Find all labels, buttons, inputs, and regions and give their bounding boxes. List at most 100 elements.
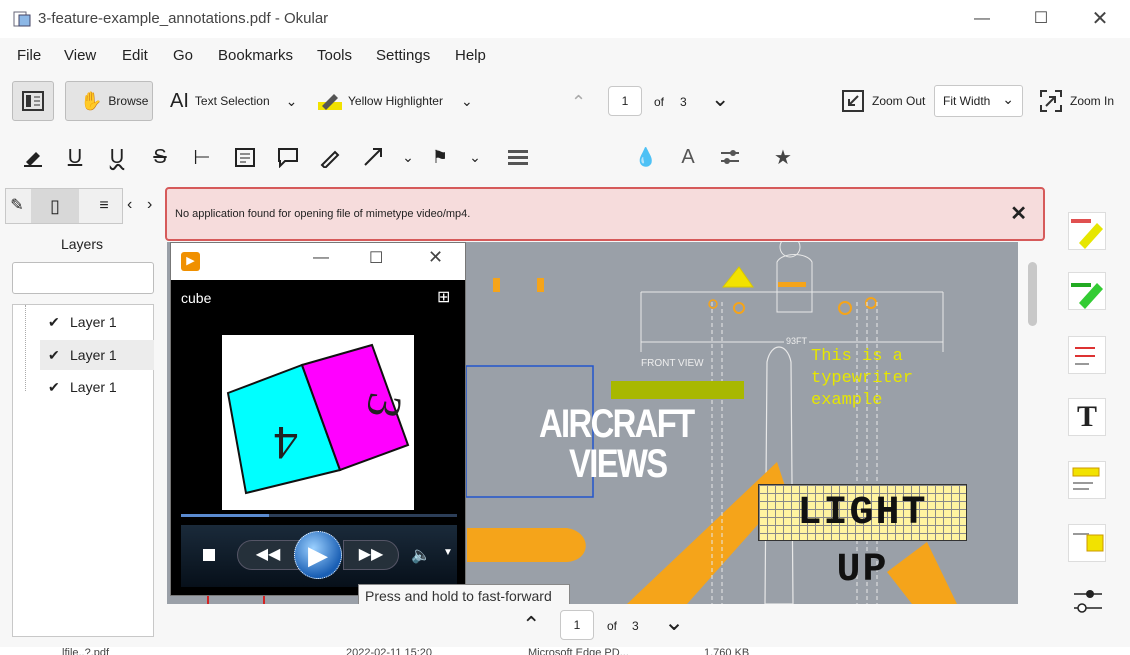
zoom-mode-value: Fit Width bbox=[943, 94, 991, 108]
stop-icon[interactable] bbox=[203, 549, 215, 561]
layer-label: Layer 1 bbox=[70, 379, 117, 395]
text-cursor-icon: A​I bbox=[170, 89, 189, 112]
fast-forward-icon[interactable]: ▶▶ bbox=[343, 540, 399, 570]
error-notice-bar: No application found for opening file of… bbox=[165, 187, 1045, 241]
minimize-button[interactable]: — bbox=[967, 6, 997, 32]
browse-tool-button[interactable]: ✋ Browse bbox=[65, 81, 153, 121]
menu-file[interactable]: File bbox=[17, 47, 41, 64]
close-window-button[interactable]: ✕ bbox=[1085, 6, 1115, 32]
layer-search-input[interactable] bbox=[12, 262, 154, 294]
file-type-fragment: Microsoft Edge PD... bbox=[528, 647, 629, 655]
comment-icon[interactable] bbox=[275, 144, 301, 170]
zoom-in-label: Zoom In bbox=[1070, 94, 1115, 108]
typewriter-thumb-icon[interactable]: T bbox=[1068, 398, 1106, 436]
checkbox-checked-icon[interactable]: ✔ bbox=[48, 347, 70, 364]
previous-page-icon[interactable]: ⌃ bbox=[571, 92, 586, 113]
annotations-tab-icon[interactable]: ✎ bbox=[4, 189, 30, 223]
star-icon[interactable]: ★ bbox=[770, 144, 796, 170]
layer-label: Layer 1 bbox=[70, 347, 117, 363]
media-maximize-button[interactable]: ☐ bbox=[369, 248, 383, 268]
stamp-tag-icon[interactable]: ⚑ bbox=[427, 144, 453, 170]
layer-row[interactable]: ✔ Layer 1 bbox=[40, 372, 154, 402]
chevron-down-icon[interactable]: ⌄ bbox=[461, 93, 473, 110]
zoom-out-label: Zoom Out bbox=[872, 94, 926, 108]
checkbox-checked-icon[interactable]: ✔ bbox=[48, 314, 70, 331]
popup-note-thumb-icon[interactable] bbox=[1068, 524, 1106, 562]
layers-tab-icon[interactable]: ≡ bbox=[86, 189, 122, 223]
seek-bar[interactable] bbox=[181, 514, 457, 517]
note-icon[interactable] bbox=[232, 144, 258, 170]
font-icon[interactable]: A bbox=[675, 144, 701, 170]
typewriter-line: This is a bbox=[811, 347, 903, 366]
menu-tools[interactable]: Tools bbox=[317, 47, 352, 64]
chevron-down-icon[interactable]: ⌄ bbox=[286, 93, 298, 110]
bookmark-tab-icon[interactable]: ▯ bbox=[31, 189, 79, 223]
line-width-icon[interactable] bbox=[505, 144, 531, 170]
menu-settings[interactable]: Settings bbox=[376, 47, 430, 64]
zoom-out-button[interactable]: Zoom Out bbox=[842, 90, 925, 112]
light-up-stamp[interactable]: LIGHT UP bbox=[758, 484, 967, 593]
next-page-icon[interactable]: ⌄ bbox=[711, 86, 729, 112]
underline-icon[interactable]: U bbox=[62, 144, 88, 170]
configure-annotations-icon[interactable] bbox=[1072, 584, 1104, 617]
properties-sliders-icon[interactable] bbox=[717, 144, 743, 170]
freehand-icon[interactable] bbox=[317, 144, 343, 170]
chevron-down-icon: ⌄ bbox=[1002, 91, 1014, 107]
close-notice-icon[interactable]: ✕ bbox=[1010, 201, 1027, 226]
tab-scroll-left-icon[interactable]: ‹ bbox=[127, 196, 132, 214]
tree-guide-line bbox=[25, 305, 26, 391]
play-icon[interactable]: ▶ bbox=[294, 531, 342, 579]
media-controls-bar: ◀◀ ▶ ▶▶ 🔈 ▼ bbox=[181, 525, 457, 587]
scrollbar-thumb[interactable] bbox=[1028, 262, 1037, 326]
menu-help[interactable]: Help bbox=[455, 47, 486, 64]
chevron-down-icon[interactable]: ⌄ bbox=[395, 144, 421, 170]
media-player-window[interactable]: ▶ — ☐ ✕ cube ⊞ 4 3 ◀◀ ▶ ▶▶ 🔈 ▼ bbox=[170, 242, 466, 596]
rewind-icon[interactable]: ◀◀ bbox=[237, 540, 299, 570]
annotation-tool-strip: T bbox=[1060, 186, 1130, 655]
highlight-icon[interactable] bbox=[20, 144, 46, 170]
red-underline-thumb-icon[interactable] bbox=[1068, 336, 1106, 374]
opacity-drop-icon[interactable]: 💧 bbox=[633, 144, 659, 170]
highlighter-label: Yellow Highlighter bbox=[348, 94, 443, 108]
inline-note-thumb-icon[interactable] bbox=[1068, 461, 1106, 499]
error-notice-message: No application found for opening file of… bbox=[175, 208, 471, 220]
menu-view[interactable]: View bbox=[64, 47, 96, 64]
media-minimize-button[interactable]: — bbox=[313, 249, 329, 267]
tab-scroll-right-icon[interactable]: › bbox=[147, 196, 152, 214]
zoom-mode-select[interactable]: Fit Width ⌄ bbox=[934, 85, 1023, 117]
bottom-page-number-input[interactable]: 1 bbox=[560, 610, 594, 640]
typewriter-tool-icon[interactable]: ⊢ bbox=[189, 144, 215, 170]
typewriter-annotation[interactable]: This is a typewriter example bbox=[811, 346, 913, 412]
media-name: cube bbox=[181, 290, 212, 306]
menu-go[interactable]: Go bbox=[173, 47, 193, 64]
menu-bookmarks[interactable]: Bookmarks bbox=[218, 47, 293, 64]
next-page-icon[interactable]: ⌄ bbox=[664, 608, 684, 637]
chevron-down-icon[interactable]: ⌄ bbox=[462, 144, 488, 170]
chevron-down-icon[interactable]: ▼ bbox=[443, 547, 453, 558]
yellow-highlighter-tool-button[interactable]: Yellow Highlighter ⌄ bbox=[316, 90, 473, 112]
layer-row[interactable]: ✔ Layer 1 bbox=[40, 340, 154, 370]
cube-video-frame: 4 3 bbox=[222, 335, 414, 510]
layer-row[interactable]: ✔ Layer 1 bbox=[40, 307, 154, 337]
page-number-input[interactable]: 1 bbox=[608, 86, 642, 116]
green-marker-thumb-icon[interactable] bbox=[1068, 272, 1106, 310]
volume-icon[interactable]: 🔈 bbox=[411, 545, 431, 565]
strikeout-icon[interactable]: S bbox=[147, 144, 173, 170]
bottom-page-of-label: of bbox=[607, 619, 618, 633]
menu-edit[interactable]: Edit bbox=[122, 47, 148, 64]
zoom-in-button[interactable]: Zoom In bbox=[1040, 90, 1114, 112]
browse-label: Browse bbox=[108, 94, 149, 108]
maximize-button[interactable]: ☐ bbox=[1026, 6, 1056, 32]
squiggle-icon[interactable]: U bbox=[104, 144, 130, 170]
vertical-scrollbar[interactable] bbox=[1019, 242, 1044, 604]
switch-view-icon[interactable]: ⊞ bbox=[437, 287, 450, 307]
typewriter-line: typewriter bbox=[811, 369, 914, 388]
sidebar-toggle-button[interactable] bbox=[12, 81, 54, 121]
text-selection-tool-button[interactable]: A​I Text Selection ⌄ bbox=[170, 90, 297, 112]
checkbox-checked-icon[interactable]: ✔ bbox=[48, 379, 70, 396]
arrow-icon[interactable] bbox=[360, 144, 386, 170]
media-close-button[interactable]: ✕ bbox=[428, 247, 443, 268]
yellow-highlighter-thumb-icon[interactable] bbox=[1068, 212, 1106, 250]
sidebar-tabs: ✎ ▯ ≡ bbox=[5, 188, 123, 224]
previous-page-icon[interactable]: ⌃ bbox=[522, 612, 540, 638]
